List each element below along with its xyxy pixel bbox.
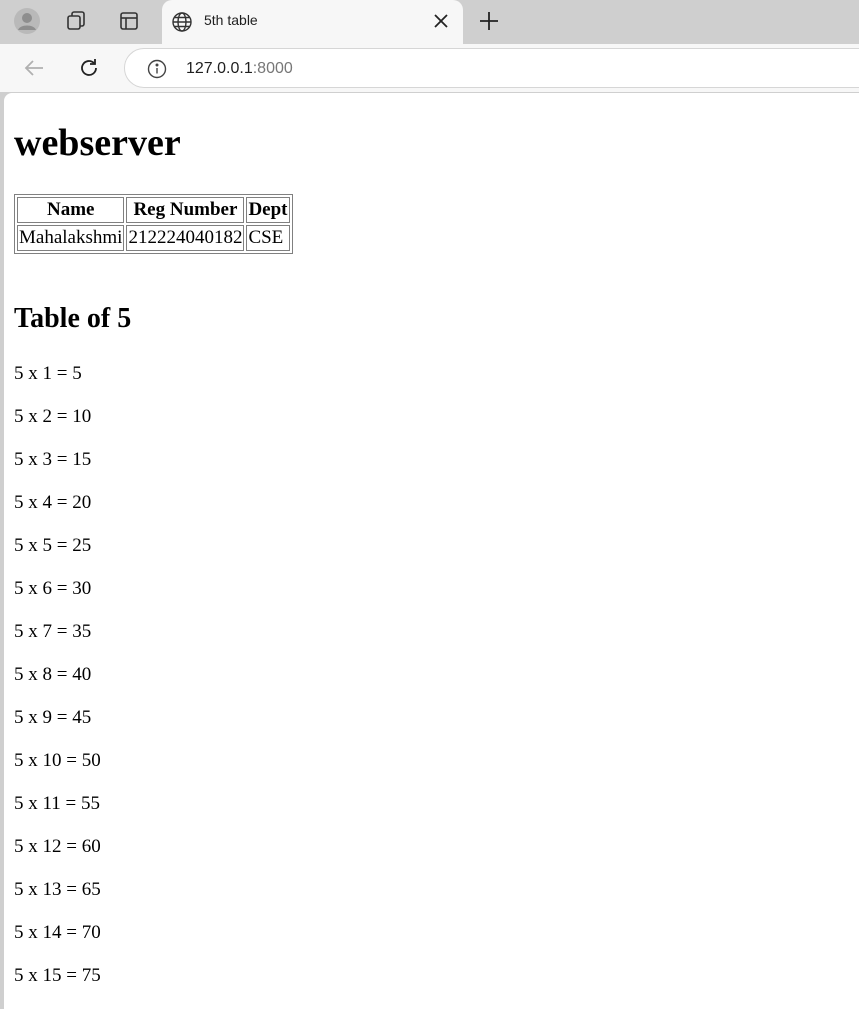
list-item: 5 x 14 = 70 <box>14 922 101 943</box>
list-item: 5 x 15 = 75 <box>14 965 101 986</box>
list-item: 5 x 11 = 55 <box>14 793 101 814</box>
list-item: 5 x 13 = 65 <box>14 879 101 900</box>
page-heading: webserver <box>14 122 181 164</box>
back-button[interactable] <box>18 52 50 84</box>
section-title: Table of 5 <box>14 303 132 334</box>
url-text: 127.0.0.1:8000 <box>186 60 293 78</box>
address-bar[interactable]: 127.0.0.1:8000 <box>124 48 859 88</box>
tab-actions-button[interactable] <box>113 6 145 36</box>
student-info-table: Name Reg Number Dept Mahalakshmi 2122240… <box>14 194 293 254</box>
profile-button[interactable] <box>11 6 43 36</box>
list-item: 5 x 7 = 35 <box>14 621 92 642</box>
reload-button[interactable] <box>73 52 105 84</box>
profile-icon <box>14 8 40 34</box>
tab-title: 5th table <box>204 12 258 28</box>
list-item: 5 x 3 = 15 <box>14 449 92 470</box>
list-item: 5 x 5 = 25 <box>14 535 92 556</box>
plus-icon <box>480 12 498 30</box>
active-tab[interactable]: 5th table <box>162 0 463 44</box>
close-icon[interactable] <box>432 12 450 30</box>
list-item: 5 x 12 = 60 <box>14 836 101 857</box>
list-item: 5 x 1 = 5 <box>14 363 82 384</box>
table-row: Mahalakshmi 212224040182 CSE <box>17 225 290 251</box>
header-name: Name <box>17 197 125 223</box>
page-viewport: webserver Name Reg Number Dept Mahalaksh… <box>4 93 859 1009</box>
workspaces-icon <box>67 11 85 30</box>
header-dept: Dept <box>246 197 290 223</box>
new-tab-button[interactable] <box>476 8 502 39</box>
tab-actions-icon <box>120 12 138 30</box>
url-host: 127.0.0.1 <box>186 60 253 77</box>
multiplication-list: 5 x 1 = 5 5 x 2 = 10 5 x 3 = 15 5 x 4 = … <box>14 363 101 1008</box>
globe-icon <box>172 12 192 32</box>
table-header-row: Name Reg Number Dept <box>17 197 290 223</box>
list-item: 5 x 9 = 45 <box>14 707 92 728</box>
cell-name: Mahalakshmi <box>17 225 125 251</box>
cell-reg-number: 212224040182 <box>126 225 245 251</box>
info-icon[interactable] <box>147 59 167 79</box>
reload-icon <box>81 59 97 76</box>
list-item: 5 x 10 = 50 <box>14 750 101 771</box>
header-reg-number: Reg Number <box>126 197 245 223</box>
back-arrow-icon <box>24 60 43 76</box>
list-item: 5 x 8 = 40 <box>14 664 92 685</box>
url-port: :8000 <box>252 60 293 77</box>
cell-dept: CSE <box>246 225 290 251</box>
list-item: 5 x 4 = 20 <box>14 492 92 513</box>
list-item: 5 x 2 = 10 <box>14 406 92 427</box>
tab-bar: 5th table <box>0 0 859 44</box>
toolbar: 127.0.0.1:8000 <box>0 44 859 92</box>
list-item: 5 x 6 = 30 <box>14 578 92 599</box>
workspaces-button[interactable] <box>61 6 93 36</box>
